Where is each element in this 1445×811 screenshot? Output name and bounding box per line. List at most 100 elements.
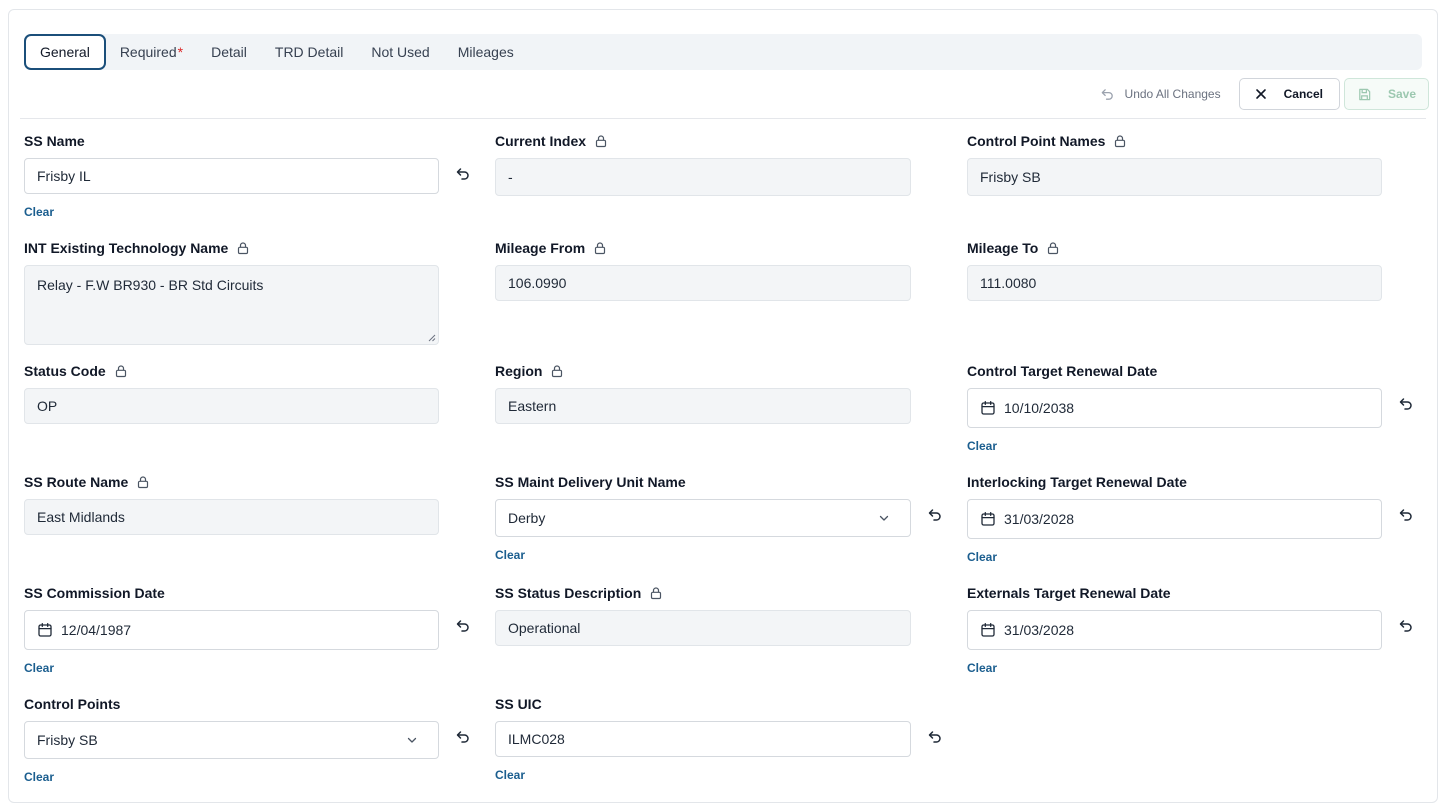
field-interlocking-target-renewal-date: Interlocking Target Renewal Date 31/03/2…	[967, 473, 1427, 568]
revert-icon[interactable]	[455, 729, 471, 745]
calendar-icon[interactable]	[980, 511, 996, 527]
cancel-button[interactable]: Cancel	[1238, 78, 1340, 110]
field-ss-commission-date: SS Commission Date 12/04/1987 Clear	[24, 584, 484, 679]
ss-route-name-field: East Midlands	[24, 499, 439, 535]
field-ss-name: SS Name Frisby IL Clear	[24, 132, 504, 222]
undo-all-changes-button[interactable]: Undo All Changes	[1082, 78, 1239, 110]
save-button[interactable]: Save	[1343, 78, 1429, 110]
undo-all-label: Undo All Changes	[1124, 87, 1221, 101]
tab-bar: General Required * Detail TRD Detail Not …	[24, 34, 1422, 70]
chevron-down-icon[interactable]	[406, 734, 418, 746]
lock-icon	[550, 364, 564, 378]
externals-target-renewal-date-value: 31/03/2028	[1004, 622, 1075, 638]
field-current-index: Current Index -	[495, 132, 955, 202]
field-label: Control Points	[24, 696, 121, 712]
clear-link[interactable]: Clear	[24, 205, 54, 219]
field-label: Mileage From	[495, 239, 935, 257]
field-region: Region Eastern	[495, 362, 935, 432]
field-label-text: Control Point Names	[967, 133, 1106, 149]
revert-icon[interactable]	[455, 166, 471, 182]
revert-icon[interactable]	[1398, 396, 1414, 412]
status-code-field: OP	[24, 388, 439, 424]
field-label: Status Code	[24, 362, 464, 380]
lock-icon	[1046, 241, 1060, 255]
clear-link[interactable]: Clear	[495, 548, 525, 562]
region-field: Eastern	[495, 388, 911, 424]
clear-link[interactable]: Clear	[967, 439, 997, 453]
lock-icon	[136, 475, 150, 489]
field-control-point-names: Control Point Names Frisby SB	[967, 132, 1407, 202]
tab-trd-detail[interactable]: TRD Detail	[261, 34, 357, 70]
calendar-icon[interactable]	[980, 400, 996, 416]
field-label: SS Route Name	[24, 473, 464, 491]
clear-link[interactable]: Clear	[967, 550, 997, 564]
save-icon	[1357, 87, 1372, 102]
region-value: Eastern	[508, 398, 557, 414]
field-label: INT Existing Technology Name	[24, 239, 464, 257]
ss-commission-date-input[interactable]: 12/04/1987	[24, 610, 439, 650]
lock-icon	[1113, 134, 1127, 148]
lock-icon	[114, 364, 128, 378]
ss-maint-delivery-unit-select[interactable]: Derby	[495, 499, 911, 537]
tab-detail[interactable]: Detail	[197, 34, 261, 70]
field-label-text: SS Route Name	[24, 474, 129, 490]
ss-status-description-field: Operational	[495, 610, 911, 646]
mileage-from-value: 106.0990	[508, 275, 567, 291]
calendar-icon[interactable]	[37, 622, 53, 638]
clear-link[interactable]: Clear	[495, 768, 525, 782]
field-label-text: Status Code	[24, 363, 106, 379]
revert-icon[interactable]	[927, 507, 943, 523]
calendar-icon[interactable]	[980, 622, 996, 638]
tab-label: Required	[119, 44, 177, 60]
field-label-text: Mileage From	[495, 240, 586, 256]
control-target-renewal-date-input[interactable]: 10/10/2038	[967, 388, 1382, 428]
lock-icon	[593, 241, 607, 255]
ss-uic-input[interactable]: ILMC028	[495, 721, 911, 757]
interlocking-target-renewal-date-input[interactable]: 31/03/2028	[967, 499, 1382, 539]
int-existing-technology-textarea: Relay - F.W BR930 - BR Std Circuits	[24, 265, 439, 345]
field-externals-target-renewal-date: Externals Target Renewal Date 31/03/2028…	[967, 584, 1427, 679]
resize-handle-icon[interactable]	[428, 334, 436, 342]
field-label: SS UIC	[495, 696, 542, 712]
current-index-value: -	[508, 169, 513, 185]
revert-icon[interactable]	[455, 618, 471, 634]
control-points-value: Frisby SB	[37, 732, 98, 748]
clear-link[interactable]: Clear	[24, 661, 54, 675]
field-label: SS Maint Delivery Unit Name	[495, 474, 686, 490]
tab-required[interactable]: Required *	[106, 34, 197, 70]
ss-commission-date-value: 12/04/1987	[61, 622, 132, 638]
revert-icon[interactable]	[927, 729, 943, 745]
mileage-to-field: 111.0080	[967, 265, 1382, 301]
tab-label: Mileages	[457, 44, 514, 60]
control-target-renewal-date-value: 10/10/2038	[1004, 400, 1075, 416]
field-mileage-to: Mileage To 111.0080	[967, 239, 1407, 309]
lock-icon	[236, 241, 250, 255]
clear-link[interactable]: Clear	[967, 661, 997, 675]
field-label-text: SS Status Description	[495, 585, 642, 601]
tab-not-used[interactable]: Not Used	[357, 34, 443, 70]
field-int-existing-technology-name: INT Existing Technology Name Relay - F.W…	[24, 239, 464, 349]
tab-general[interactable]: General	[24, 34, 106, 70]
field-label-text: Mileage To	[967, 240, 1039, 256]
toolbar-divider	[20, 118, 1426, 119]
undo-icon	[1100, 87, 1115, 102]
required-marker: *	[177, 44, 184, 60]
close-icon	[1254, 87, 1268, 101]
interlocking-target-renewal-date-value: 31/03/2028	[1004, 511, 1075, 527]
chevron-down-icon[interactable]	[878, 512, 890, 524]
field-label-text: INT Existing Technology Name	[24, 240, 229, 256]
ss-name-input[interactable]: Frisby IL	[24, 158, 439, 194]
externals-target-renewal-date-input[interactable]: 31/03/2028	[967, 610, 1382, 650]
clear-link[interactable]: Clear	[24, 770, 54, 784]
field-label-text: Region	[495, 363, 543, 379]
field-label: Region	[495, 362, 935, 380]
tab-mileages[interactable]: Mileages	[444, 34, 528, 70]
field-ss-status-description: SS Status Description Operational	[495, 584, 935, 654]
revert-icon[interactable]	[1398, 507, 1414, 523]
field-label: Control Point Names	[967, 132, 1407, 150]
control-points-select[interactable]: Frisby SB	[24, 721, 439, 759]
field-label: Mileage To	[967, 239, 1407, 257]
revert-icon[interactable]	[1398, 618, 1414, 634]
field-label: SS Status Description	[495, 584, 935, 602]
control-point-names-field: Frisby SB	[967, 158, 1382, 196]
